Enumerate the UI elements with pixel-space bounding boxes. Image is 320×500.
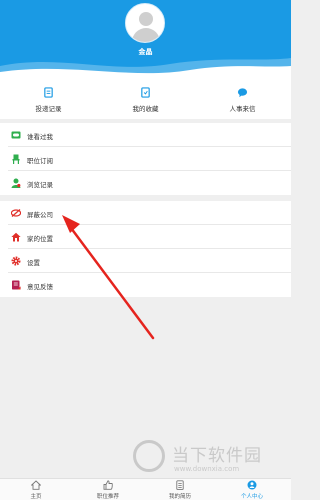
quick-action-favorites[interactable]: 我的收藏 [97,78,194,119]
quick-action-applications[interactable]: 投递记录 [0,78,97,119]
watermark-url: www.downxia.com [174,465,240,473]
home-icon [11,232,21,242]
bookmark-icon [141,87,150,98]
watermark-title: 当下软件园 [172,446,262,466]
menu-item-label: 浏览记录 [27,181,53,189]
menu-item-label: 设置 [27,259,40,267]
profile-header: 金晶 [0,0,291,78]
tab-my-resume[interactable]: 我的简历 [144,479,216,500]
watermark: 当下软件园 www.downxia.com [130,440,291,478]
quick-actions-bar: 投递记录 我的收藏 人事来信 [0,78,291,119]
bottom-tab-bar: 主页 职位推荐 我的简历 个人中心 [0,478,291,500]
menu-item-label: 家的位置 [27,235,53,243]
menu-item-browse-history[interactable]: 浏览记录 [0,171,291,195]
resume-icon [176,480,184,490]
quick-action-label: 人事来信 [229,105,256,113]
person-tab-icon [247,480,257,490]
avatar[interactable] [125,3,165,43]
menu-item-block-companies[interactable]: 屏蔽公司 [0,201,291,225]
quick-action-label: 投递记录 [35,105,62,113]
watermark-logo-icon [133,440,165,472]
avatar-head-shape [139,12,153,26]
avatar-body-shape [132,28,160,42]
home-tab-icon [31,480,41,490]
menu-group-settings: 屏蔽公司 家的位置 设置 意见反馈 [0,201,291,297]
menu-item-label: 意见反馈 [27,283,53,291]
menu-item-label: 屏蔽公司 [27,211,53,219]
eye-card-icon [11,131,21,139]
menu-group-activity: 谁看过我 职位订阅 浏览记录 [0,123,291,195]
quick-action-hr-messages[interactable]: 人事来信 [194,78,291,119]
quick-action-label: 我的收藏 [132,105,159,113]
thumbs-up-icon [103,480,113,490]
username: 金晶 [138,48,153,56]
menu-item-settings[interactable]: 设置 [0,249,291,273]
tab-label: 我的简历 [168,494,191,500]
tab-label: 职位推荐 [96,494,119,500]
tab-label: 主页 [30,494,42,500]
tab-personal-center[interactable]: 个人中心 [216,479,288,500]
feedback-icon [12,280,21,290]
menu-item-label: 职位订阅 [27,157,53,165]
menu-item-home-location[interactable]: 家的位置 [0,225,291,249]
gear-icon [11,256,21,266]
menu-item-who-viewed-me[interactable]: 谁看过我 [0,123,291,147]
menu-item-label: 谁看过我 [27,133,53,141]
chair-icon [12,154,20,164]
document-icon [44,87,53,98]
person-icon [11,178,21,188]
menu-item-job-subscription[interactable]: 职位订阅 [0,147,291,171]
tab-home[interactable]: 主页 [0,479,72,500]
menu-item-feedback[interactable]: 意见反馈 [0,273,291,297]
chat-icon [237,88,248,98]
tab-label: 个人中心 [240,494,263,500]
tab-job-recommendations[interactable]: 职位推荐 [72,479,144,500]
block-icon [11,209,21,217]
